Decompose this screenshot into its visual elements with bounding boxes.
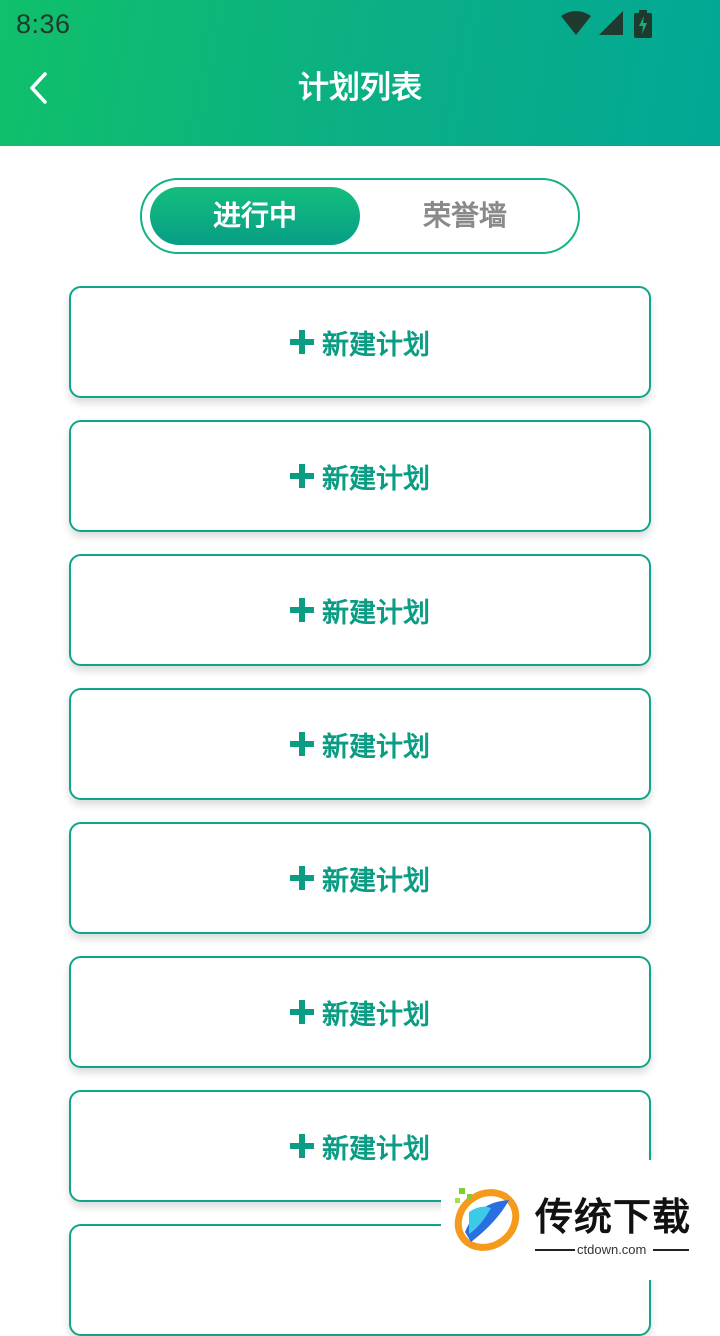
plus-icon	[290, 1000, 314, 1024]
plus-icon	[290, 866, 314, 890]
new-plan-label: 新建计划	[322, 329, 430, 361]
watermark-domain: ctdown.com	[577, 1242, 647, 1257]
app-header: 8:36 计划列表	[0, 0, 720, 146]
new-plan-label: 新建计划	[322, 865, 430, 897]
battery-charging-icon	[634, 10, 652, 38]
new-plan-label: 新建计划	[322, 463, 430, 495]
status-bar: 8:36	[0, 0, 720, 50]
page-title: 计划列表	[298, 70, 422, 106]
new-plan-label: 新建计划	[322, 731, 430, 763]
status-time: 8:36	[16, 9, 71, 39]
watermark-title: 传统下载	[535, 1195, 692, 1239]
watermark-divider	[653, 1249, 689, 1251]
new-plan-label: 新建计划	[322, 597, 430, 629]
ctdown-logo-icon	[454, 1188, 520, 1251]
new-plan-button[interactable]: 新建计划	[69, 554, 651, 666]
new-plan-button[interactable]: 新建计划	[69, 420, 651, 532]
tab-in-progress[interactable]: 进行中	[150, 187, 360, 245]
new-plan-button[interactable]: 新建计划	[69, 956, 651, 1068]
wifi-icon	[561, 11, 591, 35]
watermark: 传统下载 ctdown.com	[441, 1160, 720, 1280]
plus-icon	[290, 330, 314, 354]
watermark-divider	[535, 1249, 575, 1251]
new-plan-button[interactable]: 新建计划	[69, 286, 651, 398]
signal-icon	[599, 11, 623, 35]
new-plan-label: 新建计划	[322, 999, 430, 1031]
tab-switcher: 进行中 荣誉墙	[140, 178, 580, 254]
tab-honor-wall[interactable]: 荣誉墙	[360, 187, 570, 245]
plus-icon	[290, 1134, 314, 1158]
plus-icon	[290, 464, 314, 488]
plus-icon	[290, 732, 314, 756]
new-plan-button[interactable]: 新建计划	[69, 822, 651, 934]
plus-icon	[290, 598, 314, 622]
new-plan-button[interactable]: 新建计划	[69, 688, 651, 800]
new-plan-label: 新建计划	[322, 1133, 430, 1165]
